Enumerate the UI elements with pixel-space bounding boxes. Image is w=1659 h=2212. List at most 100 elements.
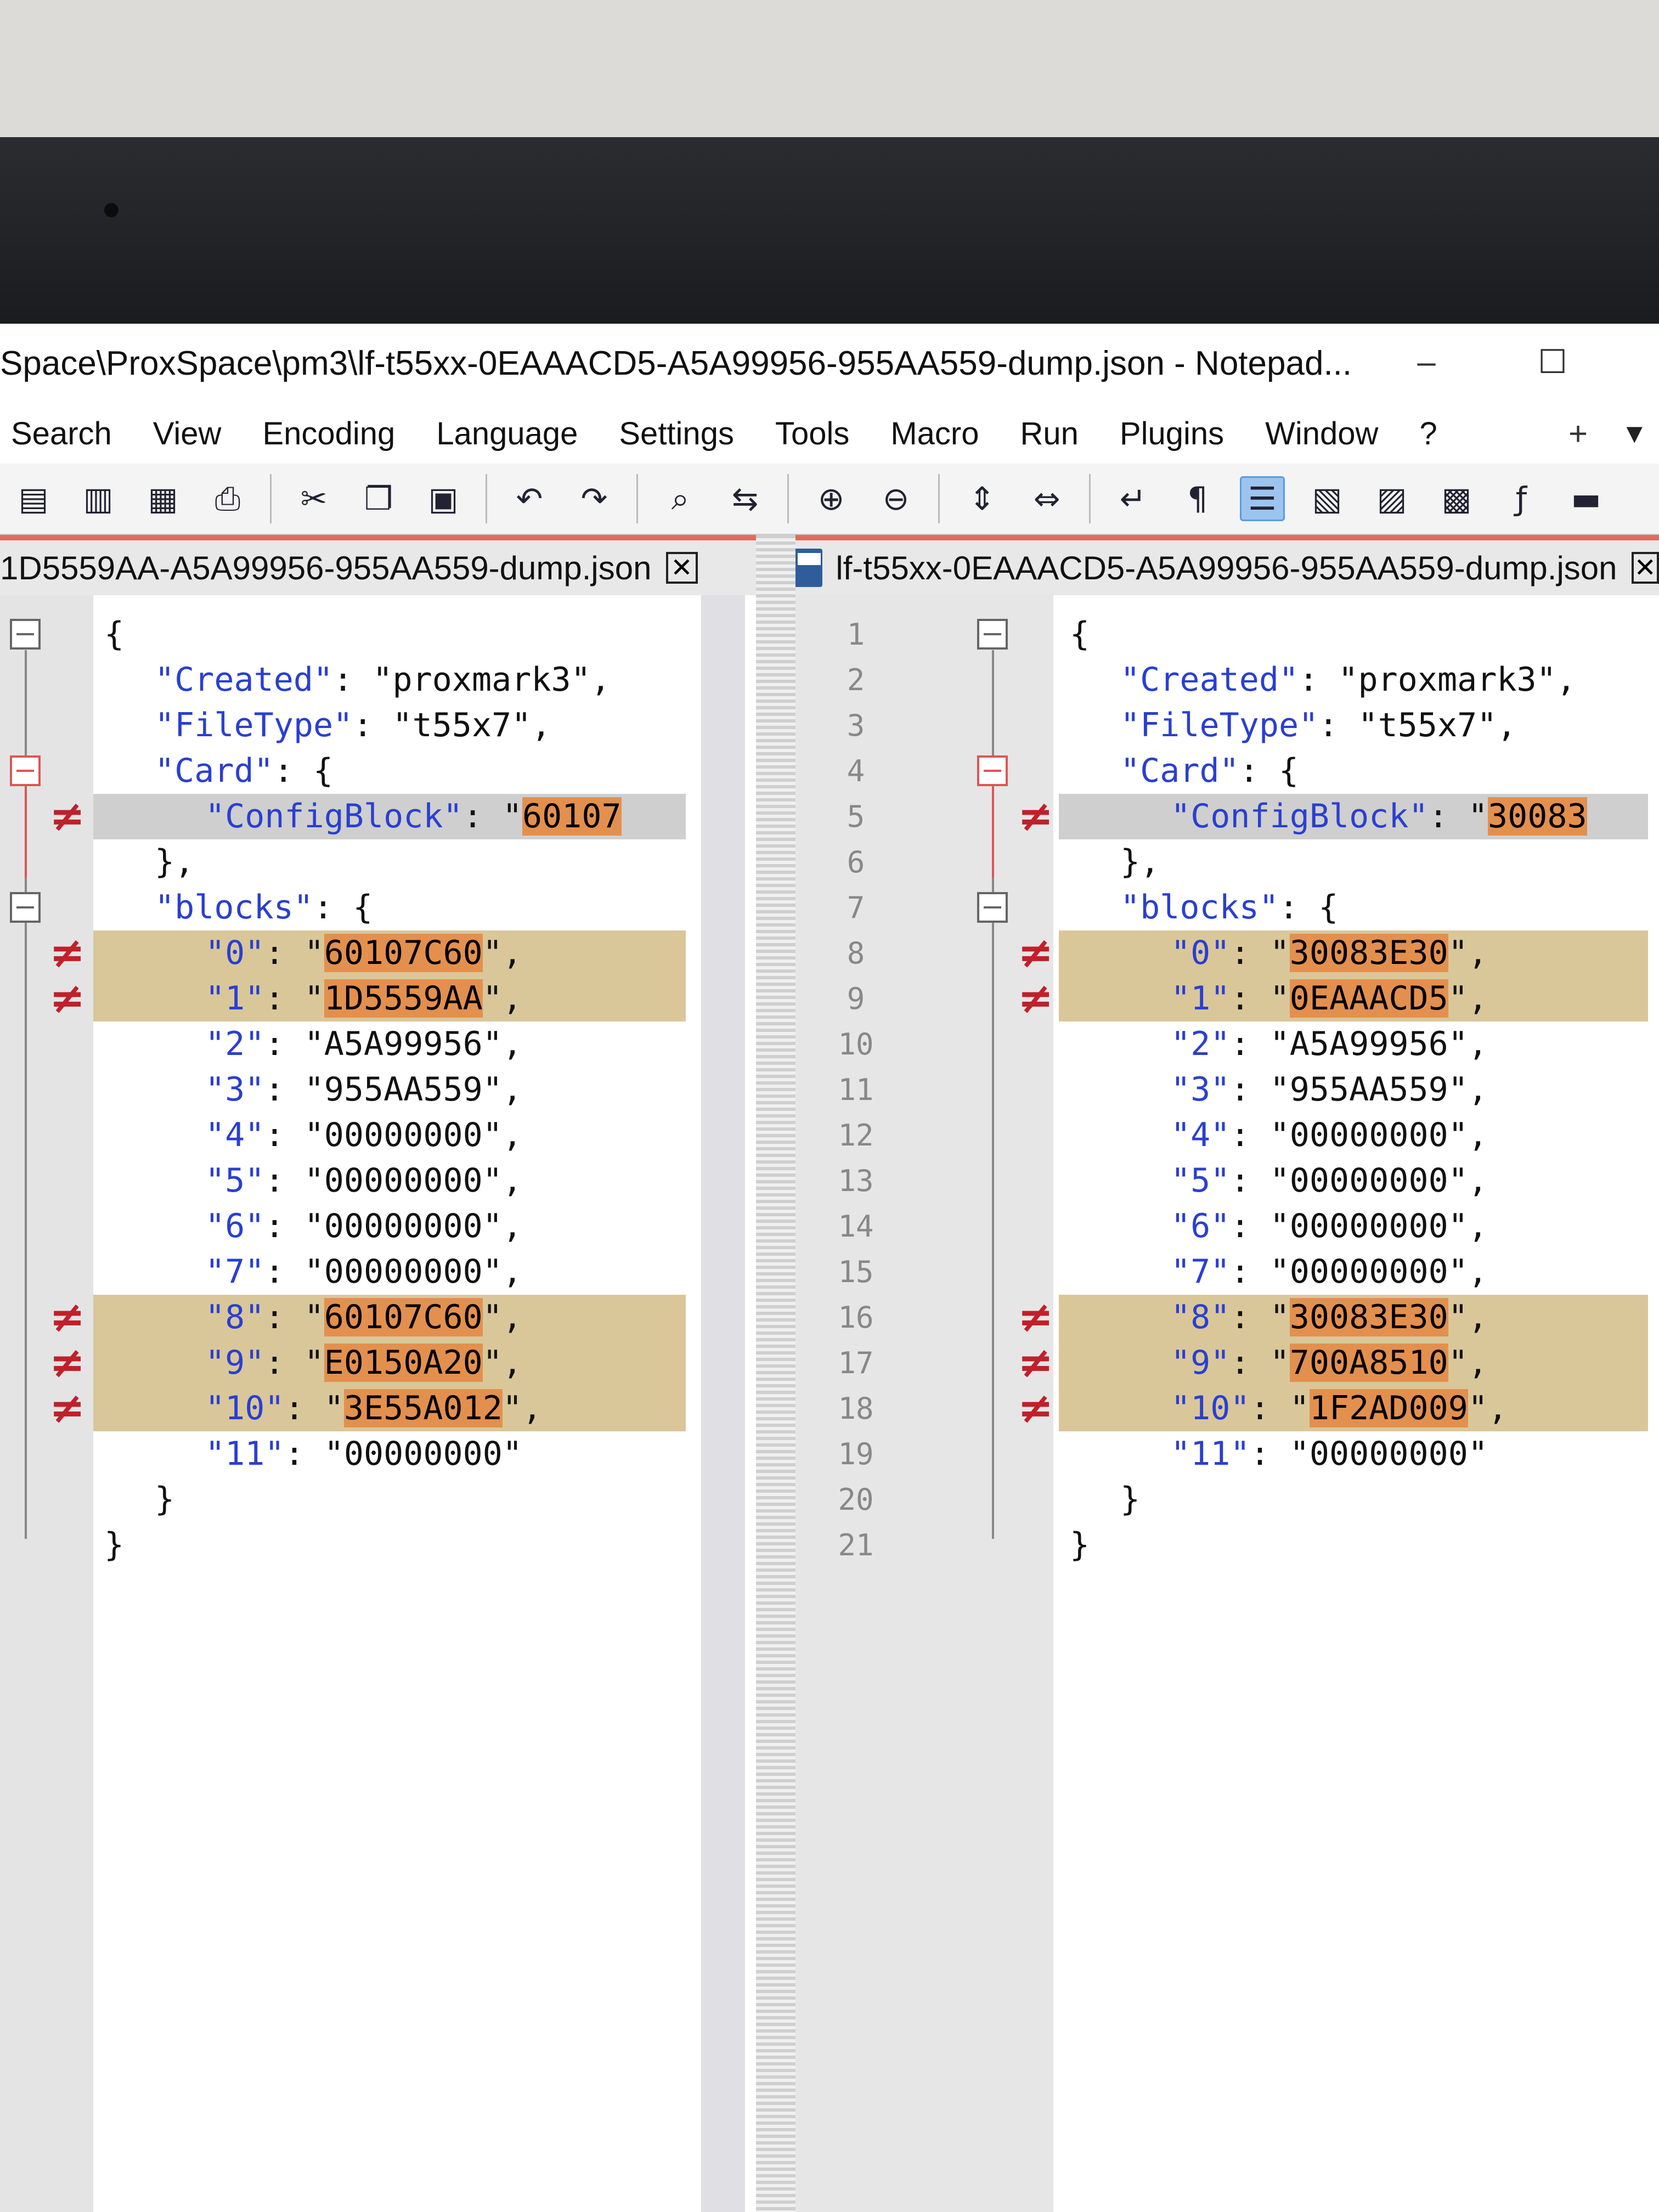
menu-search[interactable]: Search — [11, 415, 112, 452]
left-editor-pane[interactable]: {"Created": "proxmark3", "FileType": "t55… — [0, 595, 756, 2212]
code-line[interactable]: "Created": "proxmark3", — [1059, 657, 1648, 703]
code-line[interactable]: "7": "00000000", — [1059, 1249, 1648, 1295]
code-line[interactable]: "1": "1D5559AA", — [93, 976, 686, 1022]
right-editor-pane[interactable]: 1 2 3 4 5 6 7 8 9 10 11 12 13 14 15 16 17 18 19 20 21{"Creat… — [795, 595, 1659, 2212]
macro-stop-icon[interactable]: ▬ — [1564, 476, 1609, 521]
code-line[interactable]: "8": "30083E30", — [1059, 1295, 1648, 1340]
code-line[interactable]: "11": "00000000" — [1059, 1431, 1648, 1477]
code-line[interactable]: }, — [93, 839, 686, 885]
code-line[interactable]: "6": "00000000", — [1059, 1204, 1648, 1249]
fold-toggle-icon[interactable] — [977, 755, 1008, 786]
code-line[interactable]: "1": "0EAAACD5", — [1059, 976, 1648, 1022]
vertical-scrollbar[interactable] — [701, 595, 745, 2212]
code-line[interactable]: "blocks": { — [93, 885, 686, 930]
code-line[interactable]: "0": "60107C60", — [93, 930, 686, 976]
add-tab-icon[interactable]: + — [1568, 415, 1588, 453]
sync-vertical-icon[interactable]: ⇕ — [960, 476, 1005, 521]
line-number: 13 — [838, 1164, 874, 1198]
code-line[interactable]: "ConfigBlock": "60107 — [93, 794, 686, 839]
print-icon[interactable]: ⎙ — [205, 476, 250, 521]
menu-window[interactable]: Window — [1265, 415, 1378, 452]
zoom-out-icon[interactable]: ⊖ — [873, 476, 918, 521]
fold-toggle-icon[interactable] — [10, 755, 41, 786]
code-line[interactable]: }, — [1059, 839, 1648, 885]
code-line[interactable]: "blocks": { — [1059, 885, 1648, 930]
tab-left-file[interactable]: 1D5559AA-A5A99956-955AA559-dump.json — [0, 549, 652, 587]
fold-toggle-icon[interactable] — [977, 892, 1008, 923]
code-line[interactable]: "FileType": "t55x7", — [1059, 703, 1648, 748]
doc-map-icon[interactable]: ▧ — [1305, 476, 1350, 521]
code-line[interactable]: "4": "00000000", — [93, 1113, 686, 1158]
indent-guide-icon[interactable]: ☰ — [1240, 476, 1285, 521]
maximize-button[interactable]: ☐ — [1531, 340, 1575, 384]
diff-marker-icon: ≠ — [1018, 1338, 1054, 1387]
code-line[interactable]: { — [93, 612, 686, 657]
sync-horizontal-icon[interactable]: ⇔ — [1024, 476, 1069, 521]
code-line[interactable]: "3": "955AA559", — [1059, 1067, 1648, 1113]
code-line[interactable]: "Created": "proxmark3", — [93, 657, 686, 703]
close-icon[interactable]: ✕ — [665, 552, 698, 584]
open-file-icon[interactable]: ▥ — [76, 476, 121, 521]
code-line[interactable]: "7": "00000000", — [93, 1249, 686, 1295]
menu-view[interactable]: View — [153, 415, 222, 452]
fold-toggle-icon[interactable] — [10, 892, 41, 923]
pane-splitter[interactable] — [756, 535, 795, 2212]
code-line[interactable]: "ConfigBlock": "30083 — [1059, 794, 1648, 839]
function-list-icon[interactable]: ▨ — [1369, 476, 1414, 521]
code-line[interactable]: { — [1059, 612, 1648, 657]
code-line[interactable]: "10": "3E55A012", — [93, 1386, 686, 1431]
minimize-button[interactable]: – — [1404, 340, 1448, 384]
code-line[interactable]: "9": "700A8510", — [1059, 1340, 1648, 1386]
json-key: "Created" — [155, 661, 334, 699]
code-line[interactable]: "8": "60107C60", — [93, 1295, 686, 1340]
code-line[interactable]: "9": "E0150A20", — [93, 1340, 686, 1386]
menu-settings[interactable]: Settings — [619, 415, 734, 452]
menu-language[interactable]: Language — [436, 415, 578, 452]
undo-icon[interactable]: ↶ — [507, 476, 552, 521]
code-line[interactable]: } — [1059, 1522, 1648, 1568]
replace-icon[interactable]: ⇆ — [723, 476, 768, 521]
show-all-chars-icon[interactable]: ¶ — [1175, 476, 1220, 521]
menu-macro[interactable]: Macro — [890, 415, 979, 452]
menu-tools[interactable]: Tools — [775, 415, 849, 452]
find-icon[interactable]: ⌕ — [658, 476, 703, 521]
code-line[interactable]: "5": "00000000", — [93, 1158, 686, 1204]
chevron-down-icon[interactable]: ▼ — [1621, 417, 1649, 449]
code-line[interactable]: "Card": { — [93, 748, 686, 794]
code-line[interactable]: "10": "1F2AD009", — [1059, 1386, 1648, 1431]
word-wrap-icon[interactable]: ↵ — [1110, 476, 1155, 521]
code-line[interactable]: } — [93, 1522, 686, 1568]
code-line[interactable]: "4": "00000000", — [1059, 1113, 1648, 1158]
diff-marker-icon: ≠ — [1018, 974, 1054, 1023]
menu-help[interactable]: ? — [1419, 415, 1437, 452]
redo-icon[interactable]: ↷ — [572, 476, 617, 521]
code-line[interactable]: "Card": { — [1059, 748, 1648, 794]
code-line[interactable]: "11": "00000000" — [93, 1431, 686, 1477]
code-line[interactable]: "6": "00000000", — [93, 1204, 686, 1249]
code-line[interactable]: "5": "00000000", — [1059, 1158, 1648, 1204]
new-file-icon[interactable]: ▤ — [11, 476, 56, 521]
paste-icon[interactable]: ▣ — [421, 476, 466, 521]
menu-encoding[interactable]: Encoding — [262, 415, 395, 452]
menu-plugins[interactable]: Plugins — [1120, 415, 1224, 452]
code-line[interactable]: } — [93, 1477, 686, 1522]
code-line[interactable]: "FileType": "t55x7", — [93, 703, 686, 748]
cut-icon[interactable]: ✂ — [291, 476, 336, 521]
menu-run[interactable]: Run — [1020, 415, 1079, 452]
tab-right-file[interactable]: lf-t55xx-0EAAACD5-A5A99956-955AA559-dump… — [836, 549, 1617, 587]
copy-icon[interactable]: ❐ — [356, 476, 401, 521]
line-number: 5 — [847, 799, 865, 834]
save-all-icon[interactable]: ▦ — [140, 476, 185, 521]
zoom-in-icon[interactable]: ⊕ — [809, 476, 854, 521]
json-value: "A5A99956" — [1269, 1025, 1468, 1063]
code-line[interactable]: "2": "A5A99956", — [93, 1022, 686, 1067]
folder-workspace-icon[interactable]: ▩ — [1434, 476, 1479, 521]
fold-toggle-icon[interactable] — [977, 619, 1008, 650]
macro-record-icon[interactable]: ƒ — [1499, 476, 1544, 521]
fold-toggle-icon[interactable] — [10, 619, 41, 650]
code-line[interactable]: "3": "955AA559", — [93, 1067, 686, 1113]
code-line[interactable]: } — [1059, 1477, 1648, 1522]
code-line[interactable]: "0": "30083E30", — [1059, 930, 1648, 976]
close-icon[interactable]: ✕ — [1631, 552, 1659, 584]
code-line[interactable]: "2": "A5A99956", — [1059, 1022, 1648, 1067]
